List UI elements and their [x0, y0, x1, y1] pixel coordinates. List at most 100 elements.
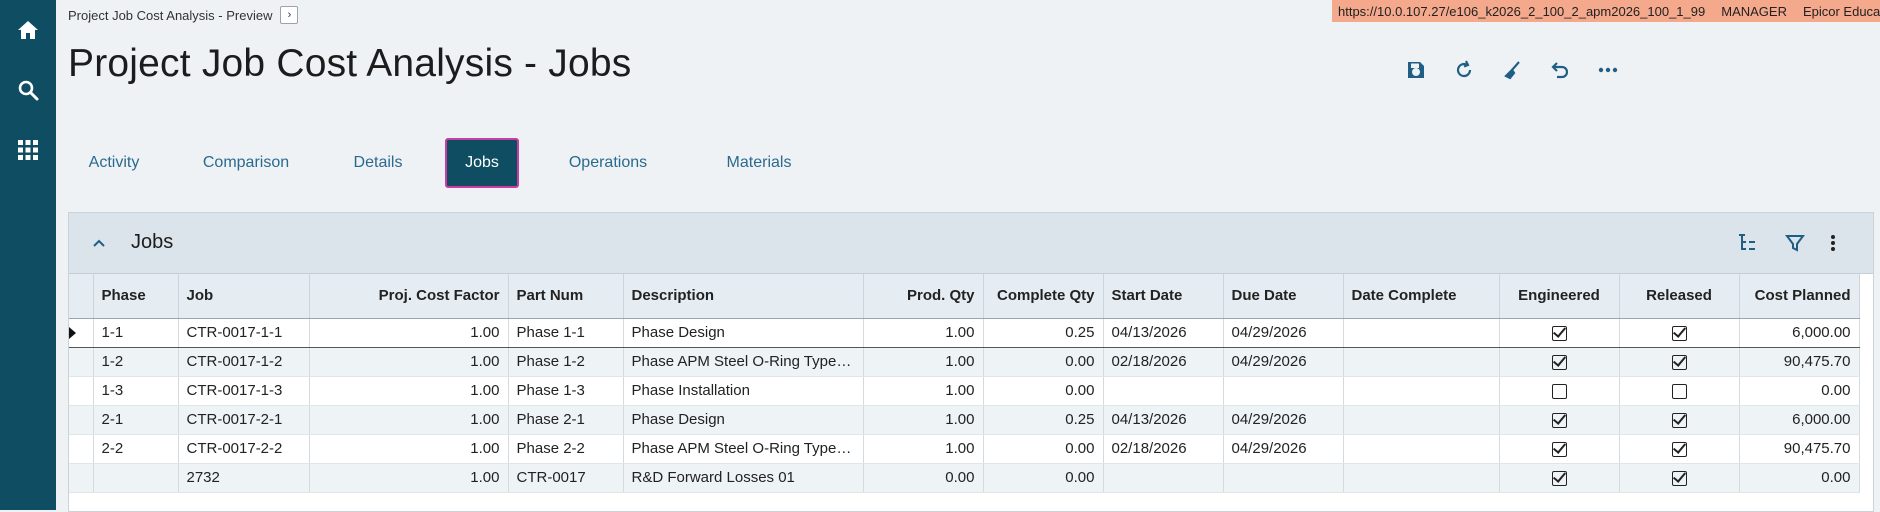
cell-complete-qty[interactable]: 0.00 — [983, 376, 1104, 406]
cell-job[interactable]: CTR-0017-2-2 — [178, 434, 310, 464]
cell-part-num[interactable]: Phase 2-1 — [508, 405, 624, 435]
cell-phase[interactable] — [93, 463, 179, 493]
column-header-job[interactable]: Job — [178, 274, 310, 319]
column-header-engineered[interactable]: Engineered — [1499, 274, 1620, 319]
cell-due-date[interactable]: 04/29/2026 — [1223, 317, 1344, 348]
cell-job[interactable]: CTR-0017-1-2 — [178, 347, 310, 377]
cell-job[interactable]: CTR-0017-2-1 — [178, 405, 310, 435]
column-header-phase[interactable]: Phase — [93, 274, 179, 319]
cell-due-date[interactable]: 04/29/2026 — [1223, 347, 1344, 377]
cell-start-date[interactable] — [1103, 376, 1224, 406]
cell-date-complete[interactable] — [1343, 376, 1500, 406]
cell-complete-qty[interactable]: 0.00 — [983, 463, 1104, 493]
cell-proj-cost-factor[interactable]: 1.00 — [309, 463, 509, 493]
cell-job[interactable]: CTR-0017-1-3 — [178, 376, 310, 406]
cell-part-num[interactable]: Phase 2-2 — [508, 434, 624, 464]
cell-prod-qty[interactable]: 1.00 — [863, 405, 984, 435]
cell-part-num[interactable]: Phase 1-3 — [508, 376, 624, 406]
cell-description[interactable]: R&D Forward Losses 01 — [623, 463, 864, 493]
cell-cost-planned[interactable]: 6,000.00 — [1739, 317, 1860, 348]
undo-icon[interactable] — [1544, 54, 1576, 86]
released-checkbox[interactable] — [1671, 383, 1687, 399]
column-header-prod-qty[interactable]: Prod. Qty — [863, 274, 984, 319]
column-header-part-num[interactable]: Part Num — [508, 274, 624, 319]
cell-phase[interactable]: 2-1 — [93, 405, 179, 435]
cell-job[interactable]: 2732 — [178, 463, 310, 493]
cell-proj-cost-factor[interactable]: 1.00 — [309, 347, 509, 377]
tab-comparison[interactable]: Comparison — [186, 138, 306, 188]
cell-cost-planned[interactable]: 0.00 — [1739, 463, 1860, 493]
tab-operations[interactable]: Operations — [544, 138, 672, 188]
cell-prod-qty[interactable]: 1.00 — [863, 434, 984, 464]
cell-description[interactable]: Phase APM Steel O-Ring Type… — [623, 434, 864, 464]
cell-date-complete[interactable] — [1343, 317, 1500, 348]
cell-job[interactable]: CTR-0017-1-1 — [178, 317, 310, 348]
column-header-proj-cost-factor[interactable]: Proj. Cost Factor — [309, 274, 509, 319]
table-row[interactable]: 2-2 CTR-0017-2-2 1.00 Phase 2-2 Phase APM St… — [69, 434, 1860, 464]
engineered-checkbox[interactable] — [1551, 441, 1567, 457]
apps-grid-icon[interactable] — [0, 130, 56, 170]
cell-date-complete[interactable] — [1343, 347, 1500, 377]
clear-icon[interactable] — [1496, 54, 1528, 86]
engineered-checkbox[interactable] — [1551, 354, 1567, 370]
cell-cost-planned[interactable]: 90,475.70 — [1739, 434, 1860, 464]
kebab-menu-icon[interactable] — [1819, 229, 1847, 257]
tab-activity[interactable]: Activity — [68, 138, 160, 188]
row-indicator[interactable] — [69, 434, 94, 464]
cell-date-complete[interactable] — [1343, 463, 1500, 493]
cell-phase[interactable]: 1-2 — [93, 347, 179, 377]
cell-due-date[interactable] — [1223, 376, 1344, 406]
cell-cost-planned[interactable]: 0.00 — [1739, 376, 1860, 406]
cell-cost-planned[interactable]: 6,000.00 — [1739, 405, 1860, 435]
cell-prod-qty[interactable]: 1.00 — [863, 347, 984, 377]
collapse-chevron-icon[interactable] — [87, 231, 111, 255]
home-icon[interactable] — [0, 10, 56, 50]
cell-phase[interactable]: 2-2 — [93, 434, 179, 464]
engineered-checkbox[interactable] — [1551, 383, 1567, 399]
column-header-start-date[interactable]: Start Date — [1103, 274, 1224, 319]
table-row[interactable]: 1-2 CTR-0017-1-2 1.00 Phase 1-2 Phase APM St… — [69, 347, 1860, 377]
row-indicator[interactable] — [69, 317, 94, 348]
cell-description[interactable]: Phase Design — [623, 317, 864, 348]
column-header-date-complete[interactable]: Date Complete — [1343, 274, 1500, 319]
row-indicator[interactable] — [69, 463, 94, 493]
cell-part-num[interactable]: CTR-0017 — [508, 463, 624, 493]
cell-start-date[interactable]: 02/18/2026 — [1103, 434, 1224, 464]
cell-start-date[interactable]: 04/13/2026 — [1103, 317, 1224, 348]
table-row[interactable]: 1-1 CTR-0017-1-1 1.00 Phase 1-1 Phase Design… — [69, 317, 1860, 348]
engineered-checkbox[interactable] — [1551, 470, 1567, 486]
released-checkbox[interactable] — [1671, 412, 1687, 428]
cell-prod-qty[interactable]: 1.00 — [863, 376, 984, 406]
cell-description[interactable]: Phase APM Steel O-Ring Type… — [623, 347, 864, 377]
released-checkbox[interactable] — [1671, 354, 1687, 370]
row-indicator[interactable] — [69, 376, 94, 406]
column-header-due-date[interactable]: Due Date — [1223, 274, 1344, 319]
table-row[interactable]: 2-1 CTR-0017-2-1 1.00 Phase 2-1 Phase Design… — [69, 405, 1860, 435]
table-row[interactable]: 2732 1.00 CTR-0017 R&D Forward Losses 01 0.0… — [69, 463, 1860, 493]
released-checkbox[interactable] — [1671, 325, 1687, 341]
cell-part-num[interactable]: Phase 1-2 — [508, 347, 624, 377]
cell-complete-qty[interactable]: 0.00 — [983, 434, 1104, 464]
cell-part-num[interactable]: Phase 1-1 — [508, 317, 624, 348]
more-icon[interactable] — [1592, 54, 1624, 86]
engineered-checkbox[interactable] — [1551, 412, 1567, 428]
filter-icon[interactable] — [1781, 229, 1809, 257]
cell-proj-cost-factor[interactable]: 1.00 — [309, 376, 509, 406]
cell-proj-cost-factor[interactable]: 1.00 — [309, 317, 509, 348]
engineered-checkbox[interactable] — [1551, 325, 1567, 341]
cell-due-date[interactable] — [1223, 463, 1344, 493]
column-header-description[interactable]: Description — [623, 274, 864, 319]
cell-due-date[interactable]: 04/29/2026 — [1223, 405, 1344, 435]
cell-proj-cost-factor[interactable]: 1.00 — [309, 434, 509, 464]
cell-description[interactable]: Phase Design — [623, 405, 864, 435]
cell-complete-qty[interactable]: 0.25 — [983, 405, 1104, 435]
cell-phase[interactable]: 1-3 — [93, 376, 179, 406]
search-icon[interactable] — [0, 70, 56, 110]
released-checkbox[interactable] — [1671, 441, 1687, 457]
cell-due-date[interactable]: 04/29/2026 — [1223, 434, 1344, 464]
save-icon[interactable] — [1400, 54, 1432, 86]
cell-start-date[interactable]: 02/18/2026 — [1103, 347, 1224, 377]
tree-view-icon[interactable] — [1733, 229, 1761, 257]
cell-cost-planned[interactable]: 90,475.70 — [1739, 347, 1860, 377]
column-header-cost-planned[interactable]: Cost Planned — [1739, 274, 1860, 319]
